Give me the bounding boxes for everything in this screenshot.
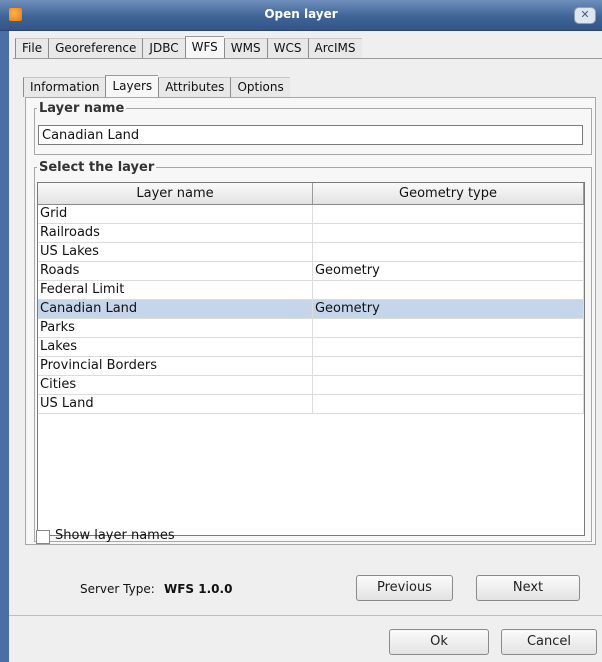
layer-name-cell: Lakes [38, 338, 313, 356]
layer-name-cell: US Land [38, 395, 313, 413]
window-title: Open layer [264, 7, 338, 21]
ok-button[interactable]: Ok [389, 629, 489, 655]
layer-name-cell: Cities [38, 376, 313, 394]
table-row[interactable]: Parks [38, 319, 584, 338]
column-header-geometry-type[interactable]: Geometry type [313, 183, 584, 204]
table-row[interactable]: US Land [38, 395, 584, 414]
geometry-type-cell: Geometry [313, 262, 584, 280]
tab-layers[interactable]: Layers [105, 75, 159, 97]
tab-wcs[interactable]: WCS [266, 38, 308, 58]
window-frame [0, 31, 9, 662]
show-layer-names-checkbox[interactable] [36, 530, 50, 544]
table-header: Layer name Geometry type [38, 183, 584, 205]
layer-name-input[interactable]: Canadian Land [38, 125, 583, 145]
tab-information[interactable]: Information [23, 77, 106, 97]
layer-name-cell: Parks [38, 319, 313, 337]
tab-arcims[interactable]: ArcIMS [307, 38, 362, 58]
footer-divider [9, 615, 602, 616]
table-row[interactable]: Cities [38, 376, 584, 395]
geometry-type-cell [313, 338, 584, 356]
close-icon[interactable]: ✕ [574, 7, 596, 24]
table-row[interactable]: Federal Limit [38, 281, 584, 300]
geometry-type-cell [313, 281, 584, 299]
geometry-type-cell [313, 243, 584, 261]
server-type-value: WFS 1.0.0 [164, 582, 233, 596]
table-row[interactable]: Grid [38, 205, 584, 224]
tab-options[interactable]: Options [230, 77, 290, 97]
layer-name-cell: Railroads [38, 224, 313, 242]
title-bar: Open layer ✕ [0, 0, 602, 31]
table-row-selected[interactable]: Canadian Land Geometry [38, 300, 584, 319]
geometry-type-cell [313, 376, 584, 394]
table-row[interactable]: Provincial Borders [38, 357, 584, 376]
table-row[interactable]: Railroads [38, 224, 584, 243]
tab-wms[interactable]: WMS [223, 38, 267, 58]
tab-jdbc[interactable]: JDBC [142, 38, 185, 58]
tab-file[interactable]: File [15, 38, 49, 58]
geometry-type-cell: Geometry [313, 300, 584, 318]
dialog-content: File Georeference JDBC WFS WMS WCS ArcIM… [9, 31, 602, 662]
cancel-button[interactable]: Cancel [501, 629, 597, 655]
geometry-type-cell [313, 205, 584, 223]
tab-wfs[interactable]: WFS [184, 36, 224, 58]
layer-name-cell: US Lakes [38, 243, 313, 261]
tab-divider [13, 58, 602, 59]
table-row[interactable]: Roads Geometry [38, 262, 584, 281]
table-row[interactable]: US Lakes [38, 243, 584, 262]
previous-button[interactable]: Previous [356, 575, 453, 601]
tab-georeference[interactable]: Georeference [48, 38, 143, 58]
layer-name-cell: Provincial Borders [38, 357, 313, 375]
layer-name-legend: Layer name [39, 101, 125, 116]
server-type-label: Server Type: [80, 582, 155, 596]
layer-name-cell: Roads [38, 262, 313, 280]
layer-name-cell: Canadian Land [38, 300, 313, 318]
layer-name-cell: Federal Limit [38, 281, 313, 299]
geometry-type-cell [313, 395, 584, 413]
sub-tab-bar: Information Layers Attributes Options [23, 75, 290, 97]
table-row[interactable]: Lakes [38, 338, 584, 357]
next-button[interactable]: Next [476, 575, 580, 601]
layer-name-cell: Grid [38, 205, 313, 223]
tab-attributes[interactable]: Attributes [158, 77, 231, 97]
select-layer-legend: Select the layer [39, 160, 155, 175]
geometry-type-cell [313, 224, 584, 242]
layer-table: Layer name Geometry type Grid Railroads … [37, 182, 585, 536]
main-tab-bar: File Georeference JDBC WFS WMS WCS ArcIM… [15, 36, 362, 58]
column-header-layer-name[interactable]: Layer name [38, 183, 313, 204]
geometry-type-cell [313, 319, 584, 337]
geometry-type-cell [313, 357, 584, 375]
show-layer-names-label: Show layer names [55, 528, 175, 543]
